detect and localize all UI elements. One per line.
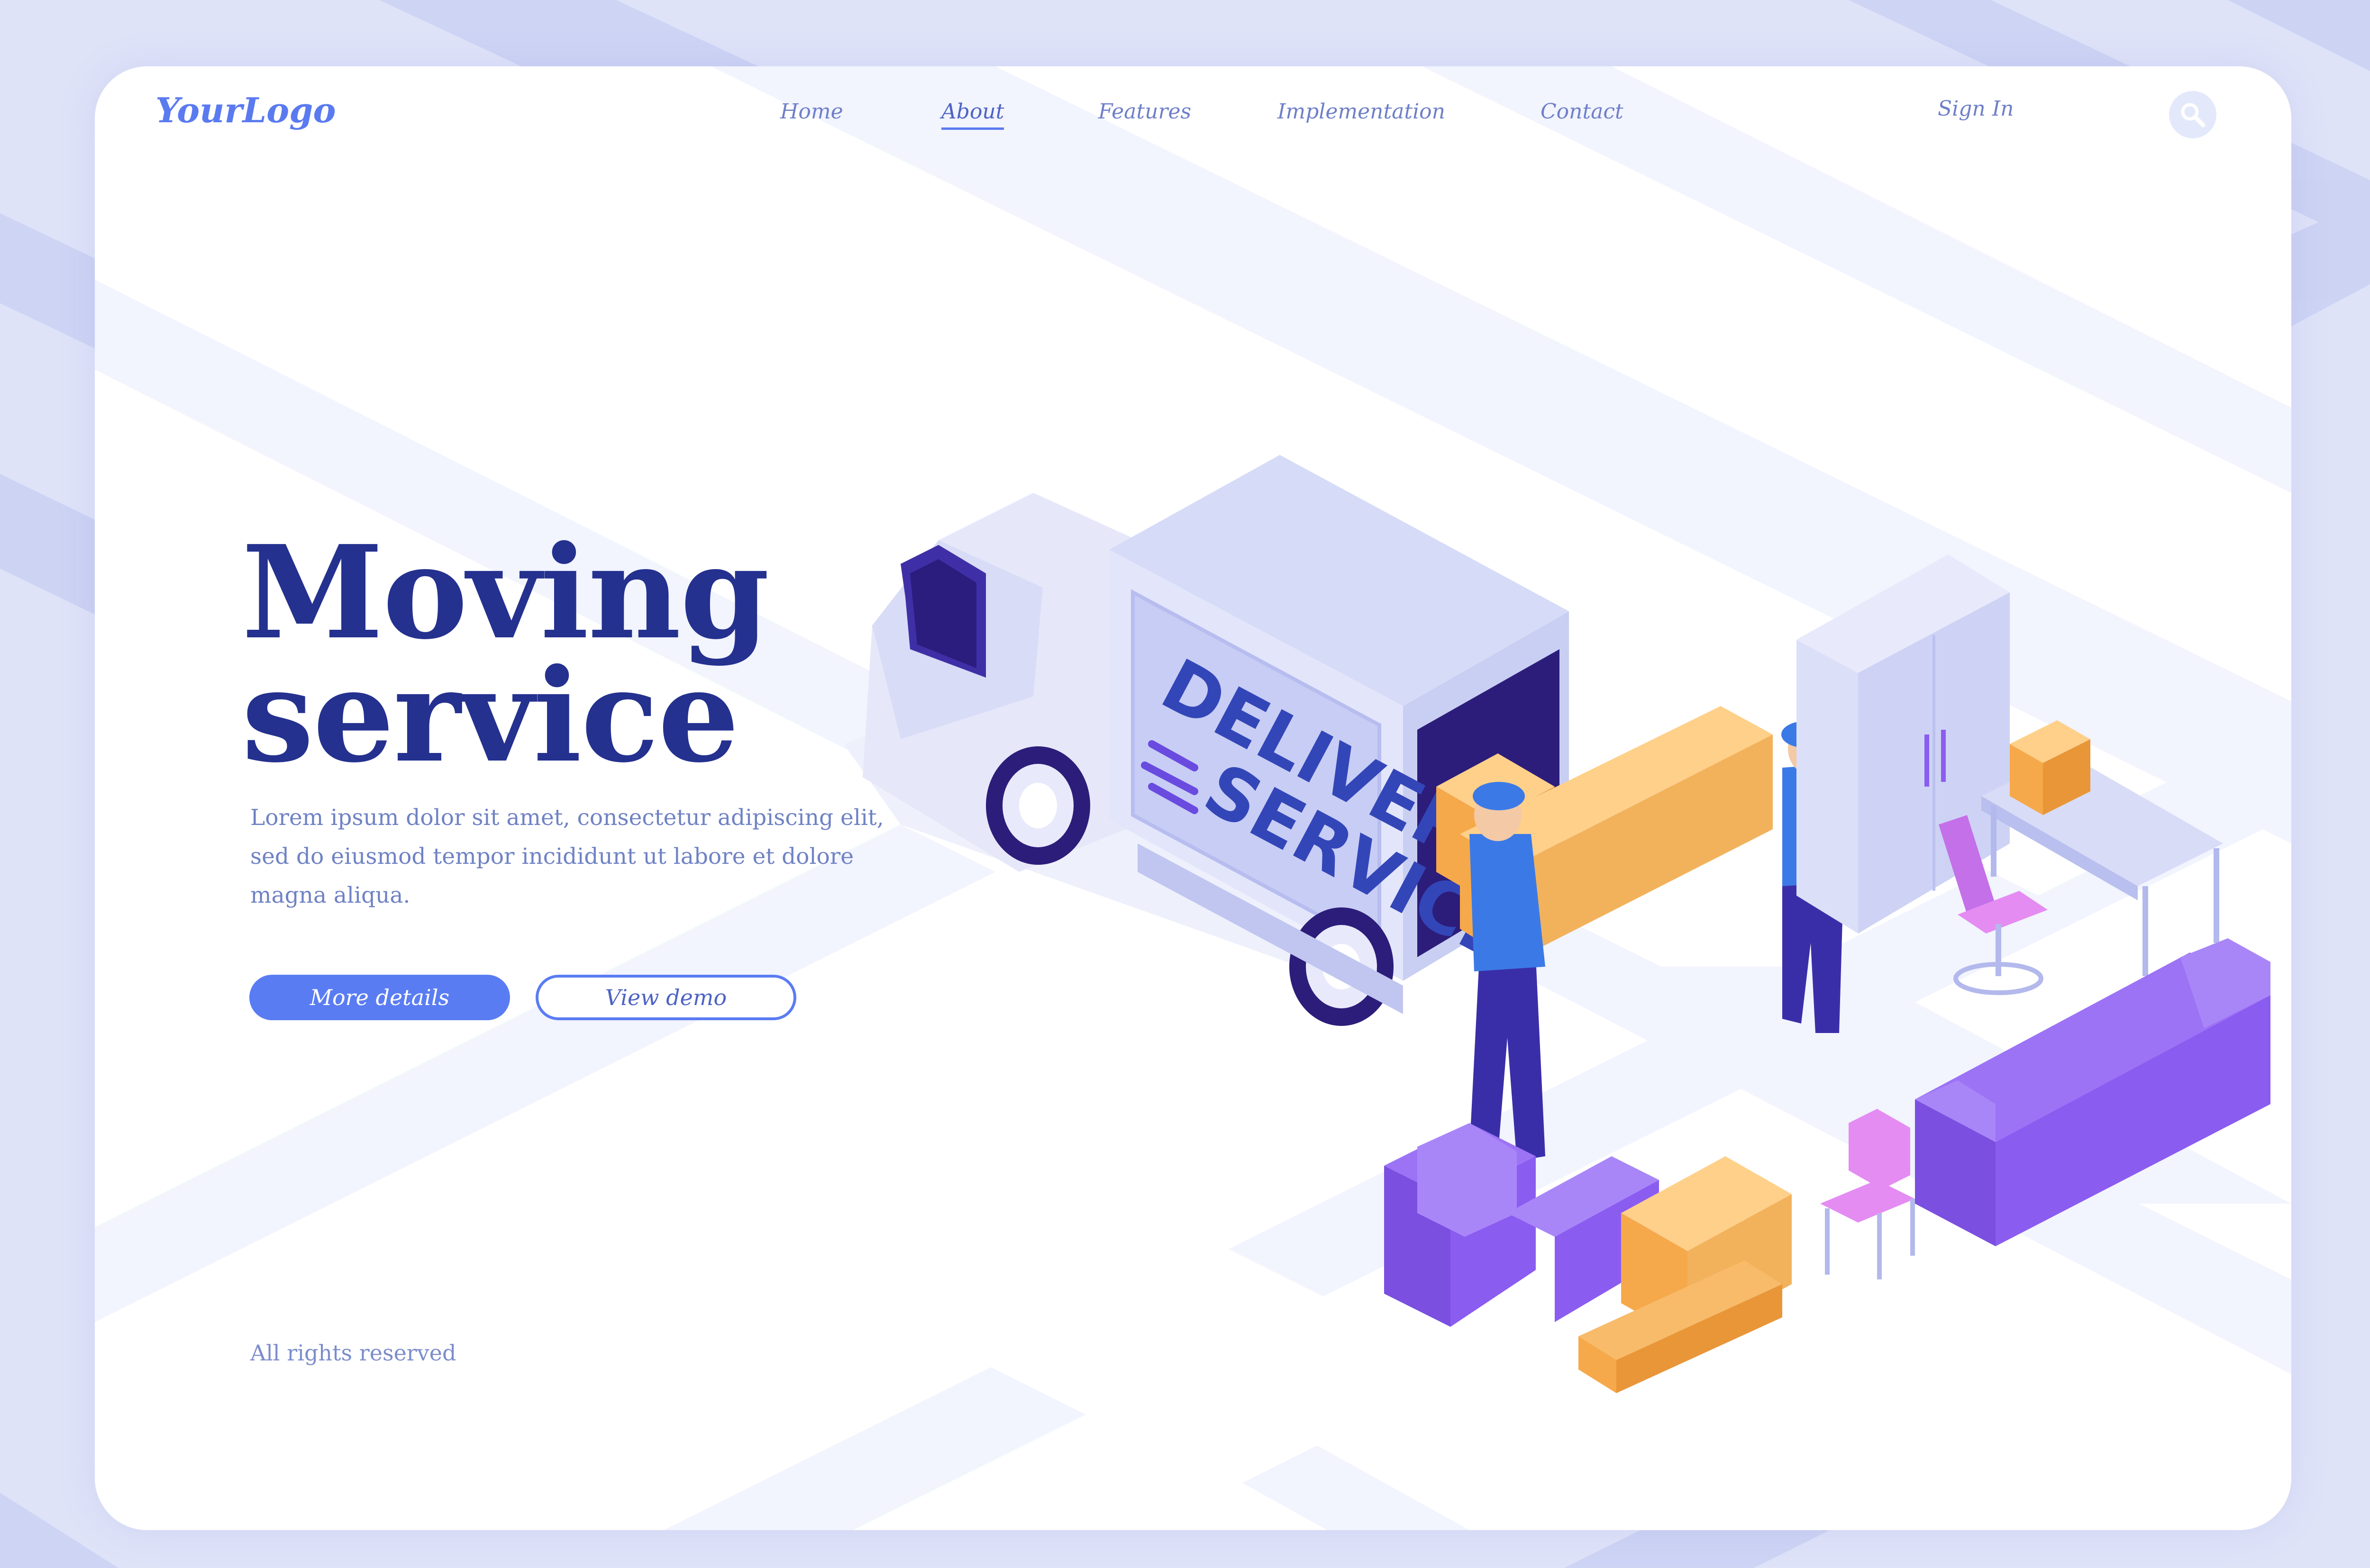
armchair — [1384, 1123, 1659, 1327]
moving-illustration: DELIVERY SERVICE — [844, 455, 2270, 1393]
desk — [1981, 720, 2223, 976]
truck: DELIVERY SERVICE — [863, 455, 1569, 1026]
truck-front-wheel — [986, 746, 1090, 865]
landing-card: YourLogo Home About Features Implementat… — [95, 66, 2291, 1530]
sofa — [1915, 938, 2270, 1246]
dining-chair — [1820, 1109, 1915, 1279]
